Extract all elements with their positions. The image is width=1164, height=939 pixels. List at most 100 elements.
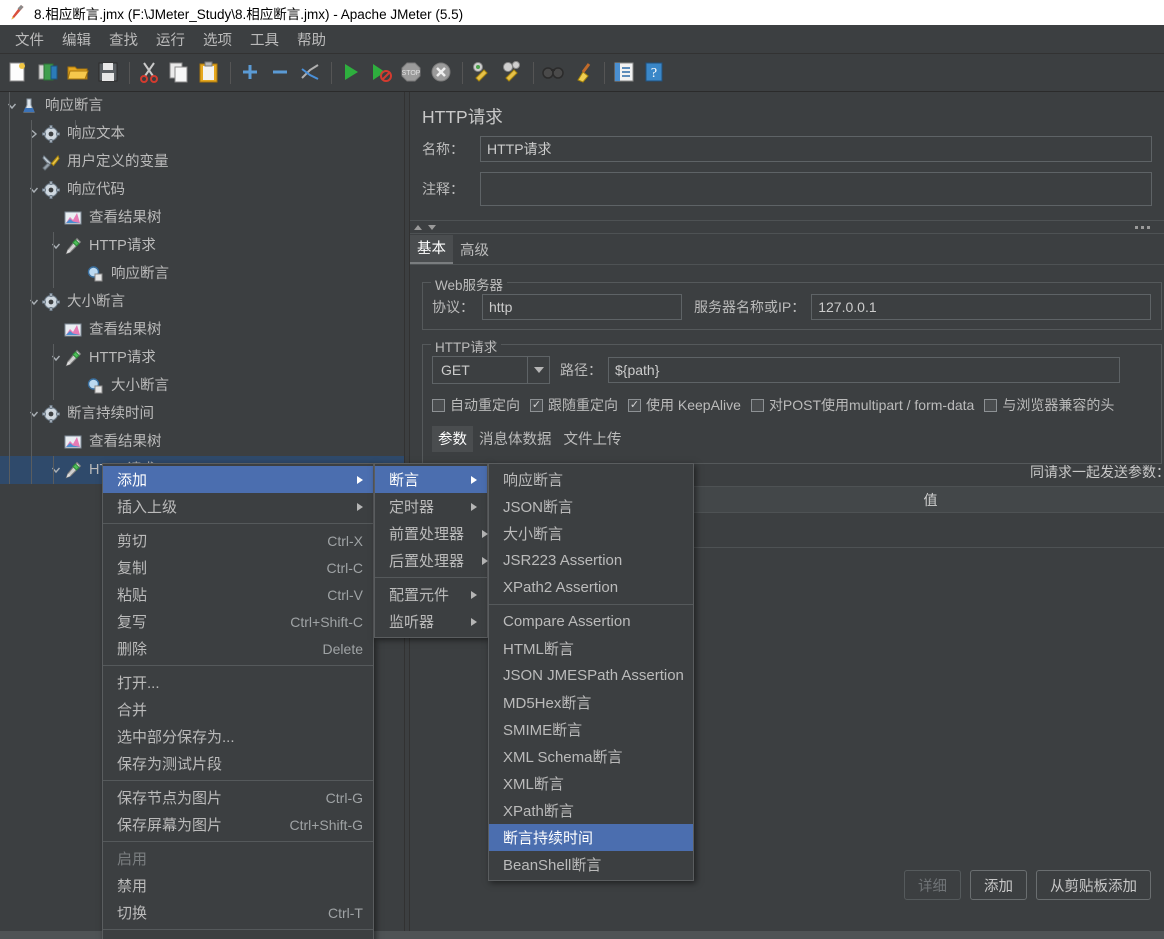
menu-item[interactable]: Compare Assertion: [489, 608, 693, 635]
path-input[interactable]: [608, 357, 1120, 383]
menu-item[interactable]: 前置处理器: [375, 520, 489, 547]
menu-tools[interactable]: 工具: [241, 26, 288, 53]
menu-item[interactable]: 禁用: [103, 872, 373, 899]
checkbox-unchecked-icon[interactable]: [432, 398, 445, 412]
tree-node-10[interactable]: 大小断言: [0, 372, 404, 400]
checkbox-checked-icon[interactable]: [530, 398, 543, 412]
checkbox-option-0[interactable]: 自动重定向: [432, 395, 520, 415]
checkbox-unchecked-icon[interactable]: [984, 398, 998, 412]
checkbox-option-2[interactable]: 使用 KeepAlive: [628, 395, 741, 415]
tree-node-1[interactable]: 响应文本: [0, 120, 404, 148]
start-icon[interactable]: [339, 60, 365, 86]
collapse-up-icon[interactable]: [414, 224, 422, 230]
toggle-icon[interactable]: [298, 60, 324, 86]
menu-help[interactable]: 帮助: [288, 26, 335, 53]
menu-item[interactable]: 插入上级: [103, 493, 373, 520]
tree-node-11[interactable]: 断言持续时间: [0, 400, 404, 428]
menu-item[interactable]: 选中部分保存为...: [103, 723, 373, 750]
menu-item[interactable]: XPath断言: [489, 797, 693, 824]
checkbox-option-4[interactable]: 与浏览器兼容的头: [984, 395, 1114, 415]
menu-item[interactable]: 定时器: [375, 493, 487, 520]
collapse-down-icon[interactable]: [428, 224, 436, 230]
checkbox-checked-icon[interactable]: [628, 398, 641, 412]
tree-node-9[interactable]: HTTP请求: [0, 344, 404, 372]
panel-collapse-strip[interactable]: [410, 220, 1164, 234]
menu-item[interactable]: 大小断言: [489, 520, 693, 547]
clear-icon[interactable]: [470, 60, 496, 86]
reset-search-icon[interactable]: [571, 60, 597, 86]
start-no-timers-icon[interactable]: [369, 60, 395, 86]
shutdown-icon[interactable]: [429, 60, 455, 86]
menu-item[interactable]: MD5Hex断言: [489, 689, 693, 716]
tree-node-8[interactable]: 查看结果树: [0, 316, 404, 344]
clear-all-icon[interactable]: [500, 60, 526, 86]
menu-item[interactable]: 复制 Ctrl-C: [103, 554, 373, 581]
assertion-submenu[interactable]: 响应断言 JSON断言 大小断言 JSR223 Assertion XPath2 Ass…: [488, 463, 694, 881]
menu-item[interactable]: SMIME断言: [489, 716, 693, 743]
menu-item[interactable]: 后置处理器: [375, 547, 489, 574]
menu-item[interactable]: 帮助: [103, 933, 373, 939]
chevron-down-icon[interactable]: [26, 406, 42, 422]
save-icon[interactable]: [96, 60, 122, 86]
request-body-tabs[interactable]: 参数 消息体数据 文件上传: [432, 426, 628, 452]
menu-item[interactable]: JSR223 Assertion: [489, 547, 693, 574]
menu-item[interactable]: 保存为测试片段: [103, 750, 373, 777]
tab-advanced[interactable]: 高级: [453, 237, 496, 264]
tree-node-0[interactable]: 响应断言: [0, 92, 404, 120]
menu-item[interactable]: 保存屏幕为图片 Ctrl+Shift-G: [103, 811, 373, 838]
comment-input[interactable]: [480, 172, 1152, 206]
menu-search[interactable]: 查找: [100, 26, 147, 53]
menu-item[interactable]: 切换 Ctrl-T: [103, 899, 373, 926]
server-input[interactable]: [811, 294, 1152, 320]
function-helper-icon[interactable]: [612, 60, 638, 86]
menu-item[interactable]: 配置元件: [375, 581, 487, 608]
menu-item[interactable]: JSON断言: [489, 493, 693, 520]
checkbox-option-3[interactable]: 对POST使用multipart / form-data: [750, 395, 974, 415]
expand-all-icon[interactable]: [238, 60, 264, 86]
menu-item[interactable]: 复写 Ctrl+Shift-C: [103, 608, 373, 635]
checkbox-option-1[interactable]: 跟随重定向: [530, 395, 618, 415]
new-icon[interactable]: [6, 60, 32, 86]
tree-context-menu[interactable]: 添加 插入上级剪切 Ctrl-X 复制 Ctrl-C 粘贴 Ctrl-V 复写 Ctrl+Shi…: [102, 463, 374, 939]
tree-node-2[interactable]: 用户定义的变量: [0, 148, 404, 176]
add-submenu[interactable]: 断言 定时器 前置处理器 后置处理器配置元件 监听器: [374, 463, 489, 638]
menu-file[interactable]: 文件: [6, 26, 53, 53]
menu-edit[interactable]: 编辑: [53, 26, 100, 53]
overflow-dots-icon[interactable]: [1135, 225, 1150, 229]
templates-icon[interactable]: [36, 60, 62, 86]
checkbox-unchecked-icon[interactable]: [750, 398, 764, 412]
menu-item[interactable]: 合并: [103, 696, 373, 723]
paste-icon[interactable]: [197, 60, 223, 86]
tree-node-5[interactable]: HTTP请求: [0, 232, 404, 260]
menu-item[interactable]: JSON JMESPath Assertion: [489, 662, 693, 689]
menu-item[interactable]: 添加: [103, 466, 373, 493]
menu-item[interactable]: 监听器: [375, 608, 487, 635]
tab-basic[interactable]: 基本: [410, 235, 453, 264]
menu-item[interactable]: 保存节点为图片 Ctrl-G: [103, 784, 373, 811]
stop-icon[interactable]: STOP: [399, 60, 425, 86]
menu-item[interactable]: 删除 Delete: [103, 635, 373, 662]
tree-node-12[interactable]: 查看结果树: [0, 428, 404, 456]
menu-item[interactable]: XML Schema断言: [489, 743, 693, 770]
main-tabs[interactable]: 基本 高级: [410, 235, 1164, 264]
menu-item[interactable]: 断言持续时间: [489, 824, 693, 851]
chevron-down-icon[interactable]: [48, 462, 64, 478]
subtab-0[interactable]: 参数: [432, 426, 473, 452]
subtab-2[interactable]: 文件上传: [558, 426, 628, 452]
subtab-1[interactable]: 消息体数据: [473, 426, 558, 452]
menu-item[interactable]: 粘贴 Ctrl-V: [103, 581, 373, 608]
search-icon[interactable]: [541, 60, 567, 86]
menu-item[interactable]: 打开...: [103, 669, 373, 696]
add-from-clipboard-button[interactable]: 从剪贴板添加: [1036, 870, 1151, 900]
tree-node-3[interactable]: 响应代码: [0, 176, 404, 204]
tree-node-7[interactable]: 大小断言: [0, 288, 404, 316]
chevron-down-icon[interactable]: [4, 98, 20, 114]
menu-options[interactable]: 选项: [194, 26, 241, 53]
add-button[interactable]: 添加: [970, 870, 1027, 900]
chevron-down-icon[interactable]: [48, 238, 64, 254]
collapse-all-icon[interactable]: [268, 60, 294, 86]
chevron-down-icon[interactable]: [527, 357, 549, 383]
menu-item[interactable]: 剪切 Ctrl-X: [103, 527, 373, 554]
chevron-down-icon[interactable]: [26, 294, 42, 310]
menu-item[interactable]: 断言: [375, 466, 487, 493]
